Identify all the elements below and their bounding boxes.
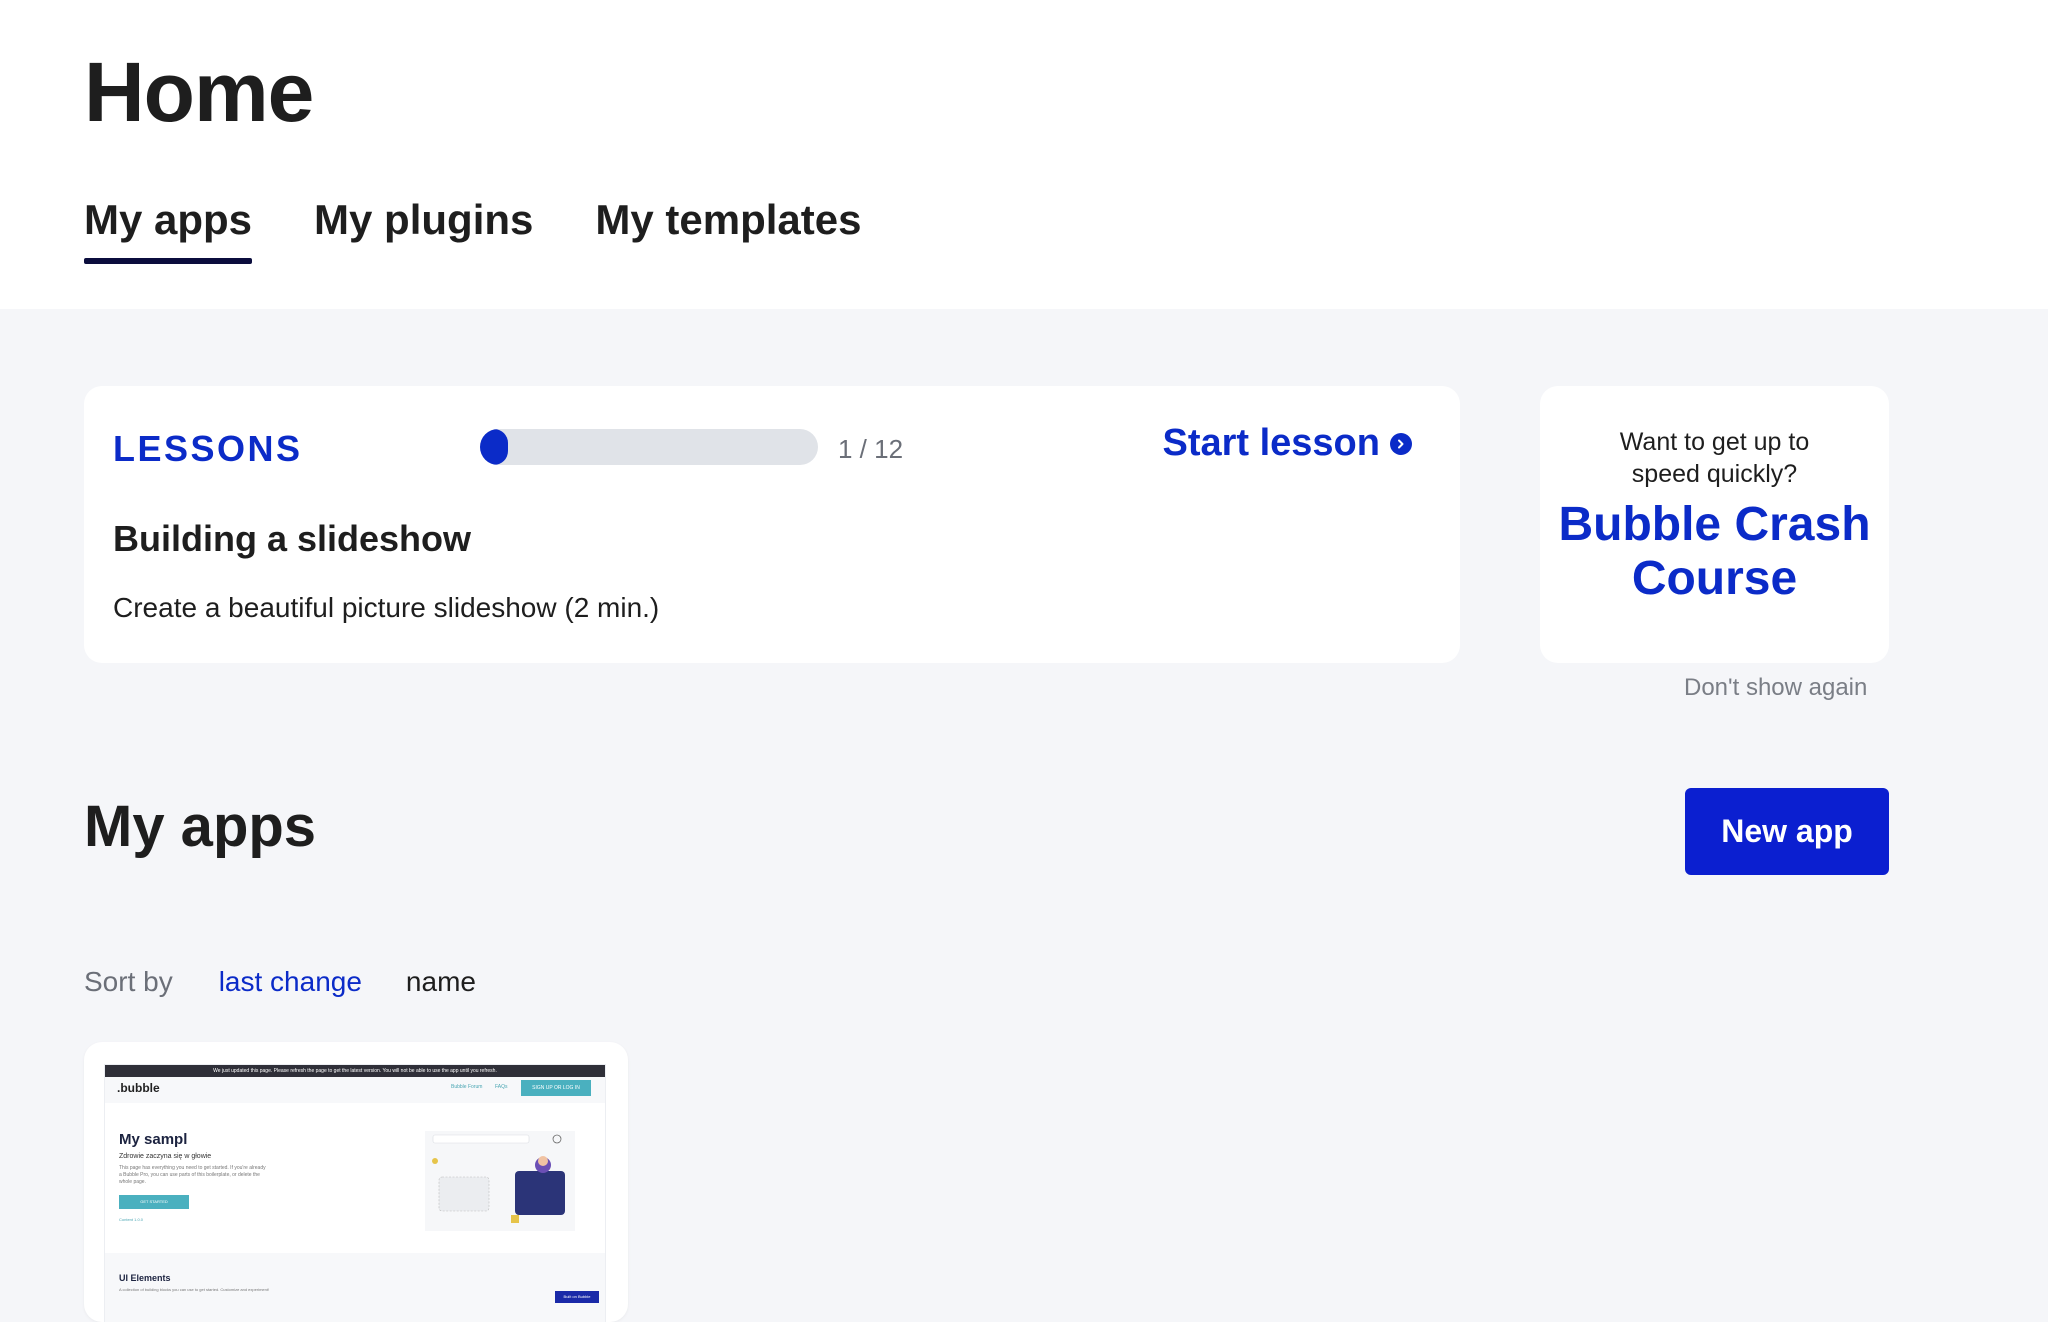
thumbnail-subheading: Zdrowie zaczyna się w głowie [119, 1153, 212, 1160]
crash-course-title: Bubble Crash Course [1558, 498, 1871, 605]
thumbnail-section-title: UI Elements [119, 1273, 171, 1283]
thumbnail-banner: We just updated this page. Please refres… [105, 1065, 605, 1077]
sort-controls: Sort by last change name [84, 966, 520, 998]
thumbnail-section-subtitle: A collection of building blocks you can … [119, 1287, 270, 1292]
app-thumbnail: We just updated this page. Please refres… [104, 1064, 606, 1322]
tabs: My apps My plugins My templates [84, 196, 923, 264]
thumbnail-logo: .bubble [117, 1081, 160, 1095]
crash-course-card[interactable]: Want to get up to speed quickly? Bubble … [1540, 386, 1889, 663]
lesson-description: Create a beautiful picture slideshow (2 … [113, 592, 660, 623]
chevron-right-circle-icon [1390, 432, 1412, 455]
thumbnail-nav-link: FAQs [495, 1084, 508, 1090]
app-card[interactable]: We just updated this page. Please refres… [84, 1042, 628, 1322]
sort-name[interactable]: name [406, 966, 476, 998]
sort-label: Sort by [84, 966, 173, 997]
tab-my-templates[interactable]: My templates [595, 196, 861, 264]
thumbnail-illustration [425, 1131, 575, 1231]
start-lesson-label: Start lesson [1162, 422, 1380, 464]
top-header: Home My apps My plugins My templates [0, 0, 2048, 309]
lesson-progress-text: 1 / 12 [838, 434, 904, 464]
lessons-card: LESSONS 1 / 12 Start lesson Building a s… [84, 386, 1460, 663]
crash-course-subtitle: Want to get up to speed quickly? [1619, 428, 1810, 488]
lesson-progress-bar [480, 429, 818, 465]
thumbnail-cta: GET STARTED [119, 1195, 189, 1209]
thumbnail-nav: .bubble Bubble Forum FAQs SIGN UP OR LOG… [105, 1077, 605, 1103]
my-apps-title: My apps [84, 794, 317, 859]
start-lesson-link[interactable]: Start lesson [1162, 422, 1412, 465]
tab-my-apps[interactable]: My apps [84, 196, 253, 264]
thumbnail-nav-link: Bubble Forum [451, 1084, 483, 1090]
thumbnail-section: UI Elements A collection of building blo… [105, 1253, 605, 1322]
new-app-button[interactable]: New app [1685, 788, 1889, 875]
sort-last-change[interactable]: last change [219, 966, 362, 998]
lesson-progress-fill [480, 429, 509, 465]
dont-show-again-link[interactable]: Don't show again [1684, 674, 1867, 702]
lesson-title: Building a slideshow [113, 518, 472, 559]
thumbnail-signup: SIGN UP OR LOG IN [521, 1080, 591, 1096]
thumbnail-small-text: Content 1.0.0 [119, 1217, 144, 1222]
thumbnail-body: This page has everything you need to get… [119, 1165, 266, 1185]
thumbnail-built-badge: Built on Bubble [555, 1291, 599, 1303]
lessons-heading: LESSONS [113, 428, 303, 469]
thumbnail-heading: My sampl [119, 1131, 188, 1148]
page-title: Home [84, 45, 314, 139]
tab-my-plugins[interactable]: My plugins [314, 196, 533, 264]
